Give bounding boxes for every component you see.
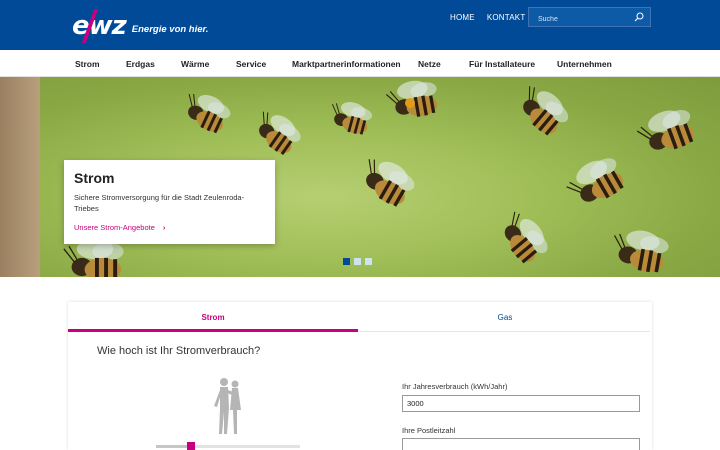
main-nav: Strom Erdgas Wärme Service Marktpartneri… (0, 50, 720, 77)
chevron-right-icon: › (162, 223, 166, 232)
consumption-slider-fill (156, 445, 188, 448)
postcode-label: Ihre Postleitzahl (402, 426, 456, 435)
slider-dots (343, 258, 372, 265)
strom-offers-link-label: Unsere Strom-Angebote (74, 223, 155, 232)
hero-card: Strom Sichere Stromversorgung für die St… (64, 160, 275, 244)
home-link[interactable]: HOME (450, 13, 475, 22)
nav-item-strom[interactable]: Strom (75, 59, 100, 69)
hero-text: Sichere Stromversorgung für die Stadt Ze… (74, 193, 245, 213)
nav-item-erdgas[interactable]: Erdgas (126, 59, 155, 69)
hero-slider: Strom Sichere Stromversorgung für die St… (0, 77, 720, 277)
nav-item-installateure[interactable]: Für Installateure (469, 59, 535, 69)
nav-item-marktpartner[interactable]: Marktpartnerinformationen (292, 59, 401, 69)
consumption-input[interactable] (402, 395, 640, 412)
tab-strom[interactable]: Strom (68, 302, 358, 332)
nav-item-service[interactable]: Service (236, 59, 266, 69)
hero-title: Strom (74, 170, 115, 186)
couple-icon[interactable] (211, 376, 247, 436)
nav-item-unternehmen[interactable]: Unternehmen (557, 59, 612, 69)
logo-wordmark: ewz (72, 9, 127, 43)
consumption-label: Ihr Jahresverbrauch (kWh/Jahr) (402, 382, 508, 391)
tab-gas[interactable]: Gas (360, 302, 650, 332)
consumption-question: Wie hoch ist Ihr Stromverbrauch? (97, 345, 261, 357)
slider-dot-2[interactable] (354, 258, 361, 265)
ewz-logo[interactable]: ewz Energie von hier. (72, 9, 209, 43)
search-box (528, 7, 651, 29)
search-icon[interactable] (634, 12, 644, 22)
consumption-slider-handle[interactable] (187, 442, 195, 450)
tariff-calculator: Strom Gas Wie hoch ist Ihr Stromverbrauc… (68, 302, 652, 450)
search-input[interactable] (529, 10, 650, 29)
slider-dot-1[interactable] (343, 258, 350, 265)
postcode-input[interactable] (402, 438, 640, 450)
contact-link[interactable]: KONTAKT (487, 13, 526, 22)
nav-item-netze[interactable]: Netze (418, 59, 441, 69)
top-nav: HOME KONTAKT (450, 13, 525, 22)
top-header: ewz Energie von hier. HOME KONTAKT (0, 0, 720, 50)
slider-dot-3[interactable] (365, 258, 372, 265)
nav-item-waerme[interactable]: Wärme (181, 59, 209, 69)
strom-offers-link[interactable]: Unsere Strom-Angebote › (74, 223, 165, 232)
logo-tagline: Energie von hier. (131, 23, 209, 35)
